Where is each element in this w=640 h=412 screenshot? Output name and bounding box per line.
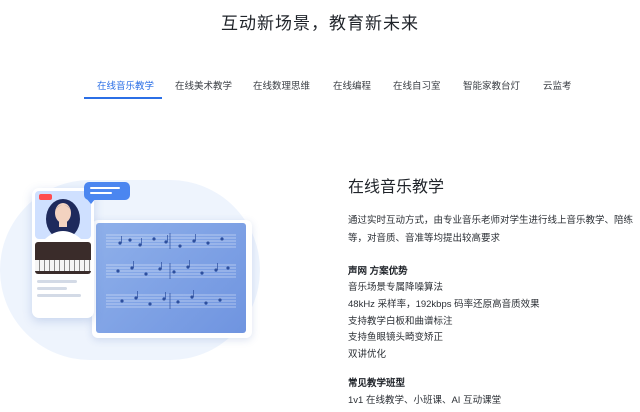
tab-online-study-room[interactable]: 在线自习室	[393, 80, 441, 98]
class-type-item: 1v1 在线教学、小班课、AI 互动课堂	[348, 395, 502, 406]
scenario-title: 在线音乐教学	[348, 179, 445, 196]
page-headline: 互动新场景，教育新未来	[221, 14, 419, 33]
active-tab-indicator	[84, 97, 162, 99]
scenario-description: 通过实时互动方式，由专业音乐老师对学生进行线上音乐教学、陪练等，对音质、音准等均…	[348, 215, 634, 244]
advantage-item: 48kHz 采样率，192kbps 码率还原高音质效果	[348, 299, 540, 310]
tab-online-art[interactable]: 在线美术教学	[175, 80, 232, 98]
tab-smart-tutor-lamp[interactable]: 智能家教台灯	[463, 80, 520, 98]
music-teaching-illustration	[0, 160, 270, 360]
live-badge-icon	[39, 194, 52, 200]
placeholder-line	[37, 294, 81, 297]
advantage-item: 音乐场景专属降噪算法	[348, 282, 444, 293]
scenario-tabs: 在线音乐教学 在线美术教学 在线数理思维 在线编程 在线自习室 智能家教台灯 云…	[0, 80, 640, 102]
teacher-avatar-icon	[35, 191, 91, 239]
placeholder-line	[37, 287, 67, 290]
tab-online-programming[interactable]: 在线编程	[333, 80, 371, 98]
advantages-title: 声网 方案优势	[348, 266, 408, 277]
phone-mockup	[32, 188, 94, 318]
piano-icon	[35, 242, 91, 274]
tab-online-math-thinking[interactable]: 在线数理思维	[253, 80, 310, 98]
sheet-music-icon	[96, 223, 246, 333]
tab-online-music[interactable]: 在线音乐教学	[97, 80, 154, 98]
advantage-item: 支持鱼眼镜头畸变矫正	[348, 332, 444, 343]
placeholder-line	[37, 280, 77, 283]
piano-keys	[35, 260, 91, 271]
class-types-title: 常见教学班型	[348, 378, 406, 389]
tab-cloud-proctoring[interactable]: 云监考	[543, 80, 572, 98]
advantage-item: 支持教学白板和曲谱标注	[348, 316, 453, 327]
chat-bubble-tail	[86, 198, 96, 204]
advantage-item: 双讲优化	[348, 349, 387, 360]
